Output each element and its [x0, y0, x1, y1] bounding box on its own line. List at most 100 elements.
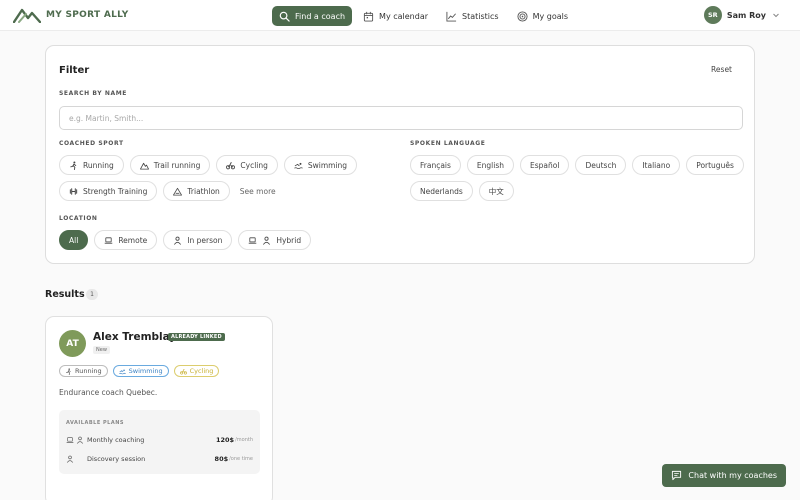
results-count-badge: 1 [86, 289, 98, 300]
coach-description: Endurance coach Quebec. [59, 388, 158, 397]
top-navbar: MY SPORT ALLY Find a coach My calendar S… [0, 0, 800, 31]
coach-avatar: AT [59, 330, 86, 357]
search-icon [279, 11, 290, 22]
person-icon [66, 455, 74, 463]
sport-chip-swimming[interactable]: Swimming [283, 155, 358, 175]
plan-row: Monthly coaching 120$ /month [66, 436, 253, 444]
sport-chip-label: Strength Training [83, 186, 148, 196]
location-chip-all[interactable]: All [59, 230, 89, 250]
location-chip-label: Hybrid [276, 235, 302, 245]
laptop-icon [66, 437, 74, 443]
language-chips-row-1: Français English Español Deutsch Italian… [410, 155, 750, 175]
plan-name: Monthly coaching [87, 436, 145, 444]
nav-my-calendar[interactable]: My calendar [356, 6, 435, 26]
language-chip-spanish[interactable]: Español [520, 155, 570, 175]
language-chip-german[interactable]: Deutsch [575, 155, 627, 175]
plan-name: Discovery session [87, 455, 146, 463]
reset-button[interactable]: Reset [711, 65, 732, 74]
swimming-icon [118, 368, 126, 374]
plan-price: 80$ [214, 455, 229, 463]
nav-find-coach[interactable]: Find a coach [272, 6, 353, 26]
search-label: SEARCH BY NAME [59, 90, 128, 97]
filter-title: Filter [59, 65, 90, 76]
coach-tag-label: Running [75, 367, 102, 375]
language-chip-chinese[interactable]: 中文 [478, 181, 514, 201]
mountain-icon [139, 162, 149, 170]
target-icon [517, 10, 528, 22]
laptop-icon [249, 236, 257, 244]
brand-name: MY SPORT ALLY [46, 10, 129, 20]
bike-icon [226, 161, 236, 169]
swimming-icon [294, 162, 303, 169]
triathlon-icon [173, 187, 183, 196]
chevron-down-icon [773, 13, 779, 18]
sport-chip-strength-training[interactable]: Strength Training [59, 181, 158, 201]
plans-label: AVAILABLE PLANS [66, 420, 125, 426]
mountain-logo-icon [13, 8, 41, 23]
dumbbell-icon [69, 187, 78, 195]
location-chip-label: In person [187, 235, 223, 245]
already-linked-badge: ALREADY LINKED [168, 333, 225, 341]
user-menu[interactable]: SR Sam Roy [703, 6, 780, 24]
coach-tag-running: Running [59, 365, 108, 377]
location-chip-remote[interactable]: Remote [94, 230, 158, 250]
coach-tag-swimming: Swimming [112, 365, 169, 377]
main-nav: Find a coach My calendar Statistics My g… [272, 6, 579, 26]
plan-price: 120$ [215, 436, 235, 444]
coach-name: Alex Tremblay [93, 331, 177, 343]
available-plans: AVAILABLE PLANS Monthly coaching 120$ /m… [59, 410, 260, 474]
nav-my-goals[interactable]: My goals [510, 6, 575, 26]
sport-chip-triathlon[interactable]: Triathlon [163, 181, 230, 201]
search-by-name-input[interactable] [59, 106, 743, 130]
sport-chip-label: Running [83, 160, 114, 170]
language-chip-french[interactable]: Français [410, 155, 461, 175]
brand-logo[interactable]: MY SPORT ALLY [13, 7, 129, 23]
person-icon [263, 236, 271, 245]
plan-unit: /month [235, 437, 253, 443]
coach-sport-tags: Running Swimming Cycling [59, 365, 224, 377]
sport-chip-label: Trail running [153, 160, 201, 170]
laptop-icon [105, 236, 113, 244]
language-chips-row-2: Nederlands 中文 [410, 181, 520, 201]
sport-chip-running[interactable]: Running [59, 155, 124, 175]
person-icon [76, 436, 84, 444]
nav-find-coach-label: Find a coach [295, 11, 346, 21]
running-icon [70, 160, 77, 170]
sport-chip-label: Cycling [240, 160, 268, 170]
chart-icon [446, 11, 457, 22]
language-chip-english[interactable]: English [466, 155, 515, 175]
person-icon [174, 236, 182, 245]
chat-button-label: Chat with my coaches [688, 471, 777, 480]
nav-statistics-label: Statistics [462, 11, 499, 21]
coached-sport-label: COACHED SPORT [59, 140, 124, 147]
user-name: Sam Roy [726, 10, 766, 20]
filter-panel: Filter Reset SEARCH BY NAME COACHED SPOR… [45, 45, 755, 264]
nav-my-goals-label: My goals [532, 11, 569, 21]
sport-chip-cycling[interactable]: Cycling [216, 155, 278, 175]
spoken-language-label: SPOKEN LANGUAGE [410, 140, 486, 147]
chat-with-coaches-button[interactable]: Chat with my coaches [662, 464, 786, 487]
location-label: LOCATION [59, 215, 98, 222]
sport-chips-row-2: Strength Training Triathlon See more [59, 181, 276, 201]
sport-chip-label: Triathlon [187, 186, 220, 196]
location-chip-label: Remote [118, 235, 148, 245]
user-avatar: SR [703, 6, 722, 24]
sport-chips-row-1: Running Trail running Cycling Swimming [59, 155, 363, 175]
language-chip-dutch[interactable]: Nederlands [410, 181, 473, 201]
sport-chip-label: Swimming [307, 160, 348, 170]
plan-unit: /one time [229, 456, 253, 462]
bike-icon [179, 368, 187, 374]
coach-card[interactable]: AT Alex Tremblay ALREADY LINKED New Runn… [45, 316, 273, 500]
chat-icon [672, 470, 682, 481]
location-chips-row: All Remote In person Hybrid [59, 230, 317, 250]
language-chip-italian[interactable]: Italiano [632, 155, 681, 175]
see-more-sports-link[interactable]: See more [240, 187, 276, 196]
calendar-icon [363, 11, 374, 22]
coach-tag-cycling: Cycling [173, 365, 220, 377]
sport-chip-trail-running[interactable]: Trail running [129, 155, 211, 175]
location-chip-in-person[interactable]: In person [163, 230, 233, 250]
language-chip-portuguese[interactable]: Português [686, 155, 744, 175]
location-chip-hybrid[interactable]: Hybrid [238, 230, 312, 250]
nav-statistics[interactable]: Statistics [439, 6, 506, 26]
plan-row: Discovery session 80$ /one time [66, 455, 253, 463]
